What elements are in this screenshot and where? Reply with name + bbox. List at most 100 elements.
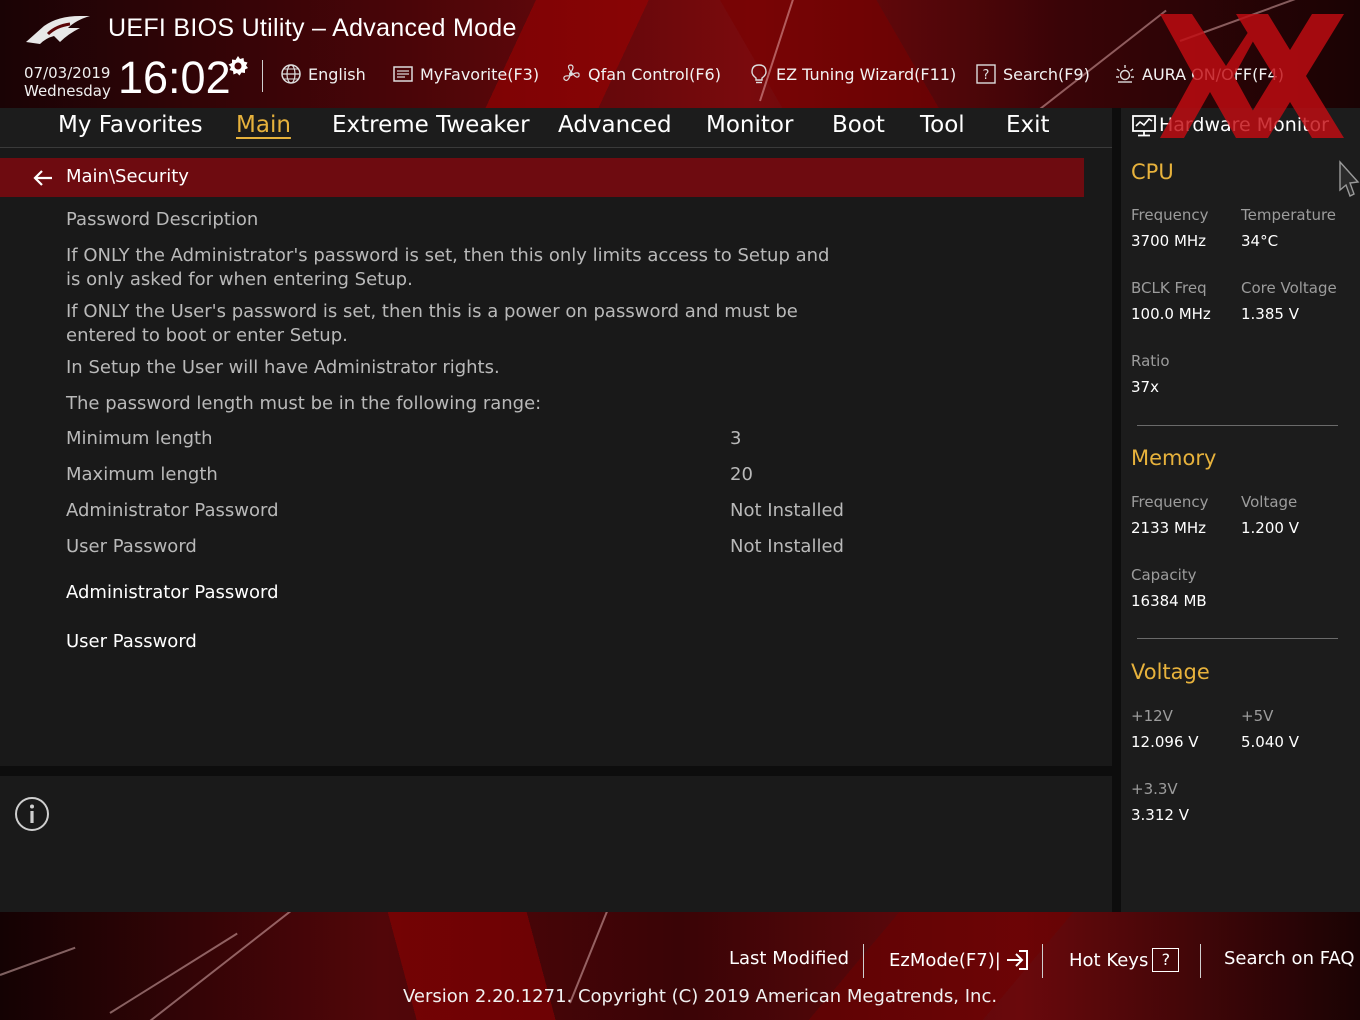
password-description-title: Password Description [66,209,259,230]
voltage-heading: Voltage [1131,660,1210,684]
lightbulb-icon [751,64,767,84]
decor-streak [149,912,293,1020]
min-length-value: 3 [730,428,742,449]
breadcrumb-path: Main\Security [66,166,189,187]
back-arrow-icon[interactable] [32,168,54,188]
info-icon [15,797,49,831]
hot-keys-label: Hot Keys [1069,949,1149,971]
header-bar: UEFI BIOS Utility – Advanced Mode 07/03/… [0,0,1360,108]
section-rule [1137,425,1338,426]
tab-exit[interactable]: Exit [1006,112,1050,138]
cpu-ratio-label: Ratio [1131,352,1170,370]
last-modified-button[interactable]: Last Modified [729,948,849,969]
decor-streak [1039,9,1167,108]
copyright-text: Version 2.20.1271. Copyright (C) 2019 Am… [403,986,998,1007]
footer-bar: Last Modified EzMode(F7)| Hot Keys ? Sea… [0,912,1360,1020]
panel-divider [0,766,1112,776]
hardware-monitor-panel: Hardware Monitor CPU Frequency 3700 MHz … [1121,108,1360,912]
hardware-monitor-title: Hardware Monitor [1159,114,1329,136]
cpu-temperature-label: Temperature [1241,206,1337,224]
description-line: The password length must be in the follo… [66,393,542,414]
memory-capacity-label: Capacity [1131,566,1197,584]
help-info-panel [0,776,1112,912]
sidebar-divider [1112,108,1121,912]
description-line: is only asked for when entering Setup. [66,269,413,290]
description-line: In Setup the User will have Administrato… [66,357,500,378]
ezmode-label: EzMode(F7)| [889,949,1001,971]
decor-streak [759,0,795,102]
cpu-frequency-label: Frequency [1131,206,1209,224]
search-label: Search(F9) [1003,64,1090,84]
weekday-text: Wednesday [24,82,111,100]
search-faq-button[interactable]: Search on FAQ [1224,948,1355,969]
section-rule [1137,638,1338,639]
memory-heading: Memory [1131,446,1217,470]
clock-display: 16:02 [118,52,231,103]
search-faq-label: Search on FAQ [1224,948,1355,969]
tab-main[interactable]: Main [236,112,291,138]
core-voltage-label: Core Voltage [1241,279,1337,297]
v5-value: 5.040 V [1241,733,1299,751]
tab-advanced[interactable]: Advanced [558,112,672,138]
cpu-heading: CPU [1131,160,1174,184]
bclk-freq-label: BCLK Freq [1131,279,1207,297]
ez-tuning-wizard-label: EZ Tuning Wizard(F11) [776,64,957,84]
exit-arrow-icon [1006,950,1028,970]
bclk-freq-value: 100.0 MHz [1131,305,1211,323]
date-text: 07/03/2019 [24,64,111,82]
myfavorite-label: MyFavorite(F3) [420,64,540,84]
aura-light-icon [1116,65,1134,83]
max-length-value: 20 [730,464,753,485]
ezmode-button[interactable]: EzMode(F7)| [889,948,1033,972]
set-user-password[interactable]: User Password [66,631,197,652]
v5-label: +5V [1241,707,1274,725]
qfan-control-label: Qfan Control(F6) [588,64,721,84]
v12-value: 12.096 V [1131,733,1199,751]
decor-streak [1179,0,1350,42]
svg-text:?: ? [983,68,990,83]
footer-separator [1200,944,1201,978]
breadcrumb[interactable]: Main\Security [0,158,1084,197]
main-content-panel: Main\Security Password Description If ON… [0,148,1112,766]
hot-keys-button[interactable]: Hot Keys ? [1069,948,1180,972]
footer-separator [1042,944,1043,978]
cpu-ratio-value: 37x [1131,378,1159,396]
min-length-label: Minimum length [66,428,213,449]
tab-my-favorites[interactable]: My Favorites [58,112,203,138]
memory-voltage-value: 1.200 V [1241,519,1299,537]
monitor-icon [1132,115,1156,137]
tab-monitor[interactable]: Monitor [706,112,793,138]
search-button[interactable]: ? Search(F9) [975,62,1090,86]
date-display: 07/03/2019 Wednesday [24,64,111,100]
ez-tuning-wizard-button[interactable]: EZ Tuning Wizard(F11) [748,62,956,86]
mouse-cursor-icon [1339,160,1360,197]
tab-boot[interactable]: Boot [832,112,885,138]
core-voltage-value: 1.385 V [1241,305,1299,323]
language-button[interactable]: English [280,62,366,86]
memory-capacity-value: 16384 MB [1131,592,1207,610]
description-line: If ONLY the Administrator's password is … [66,245,830,266]
myfavorite-button[interactable]: MyFavorite(F3) [392,62,539,86]
memory-voltage-label: Voltage [1241,493,1298,511]
favorite-list-icon [393,66,413,82]
memory-frequency-label: Frequency [1131,493,1209,511]
main-menu-bar: My Favorites Main Extreme Tweaker Advanc… [0,108,1112,148]
footer-separator [863,944,864,978]
aura-toggle-button[interactable]: AURA ON/OFF(F4) [1114,62,1284,86]
v33-label: +3.3V [1131,780,1178,798]
tab-tool[interactable]: Tool [920,112,965,138]
tab-extreme-tweaker[interactable]: Extreme Tweaker [332,112,530,138]
max-length-label: Maximum length [66,464,218,485]
v12-label: +12V [1131,707,1173,725]
set-administrator-password[interactable]: Administrator Password [66,582,279,603]
admin-password-status-value: Not Installed [730,500,844,521]
memory-frequency-value: 2133 MHz [1131,519,1207,537]
rog-logo-icon [26,16,90,44]
gear-icon[interactable] [226,54,250,78]
qfan-control-button[interactable]: Qfan Control(F6) [560,62,721,86]
description-line: If ONLY the User's password is set, then… [66,301,798,322]
last-modified-label: Last Modified [729,948,850,969]
description-line: entered to boot or enter Setup. [66,325,348,346]
cpu-frequency-value: 3700 MHz [1131,232,1207,250]
language-label: English [308,64,366,84]
